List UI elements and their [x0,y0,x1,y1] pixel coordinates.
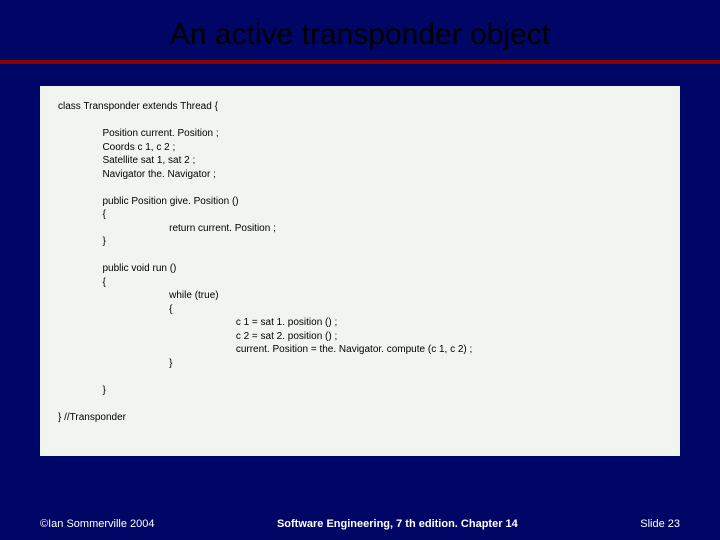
footer-copyright: ©Ian Sommerville 2004 [0,518,155,530]
horizontal-rule [0,60,720,64]
slide-title: An active transponder object [0,18,720,52]
code-box: class Transponder extends Thread { Posit… [40,86,680,456]
footer-chapter: Software Engineering, 7 th edition. Chap… [155,518,641,530]
footer-slide-number: Slide 23 [640,518,720,530]
footer: ©Ian Sommerville 2004 Software Engineeri… [0,518,720,530]
title-area: An active transponder object [0,0,720,60]
code-listing: class Transponder extends Thread { Posit… [58,100,662,424]
